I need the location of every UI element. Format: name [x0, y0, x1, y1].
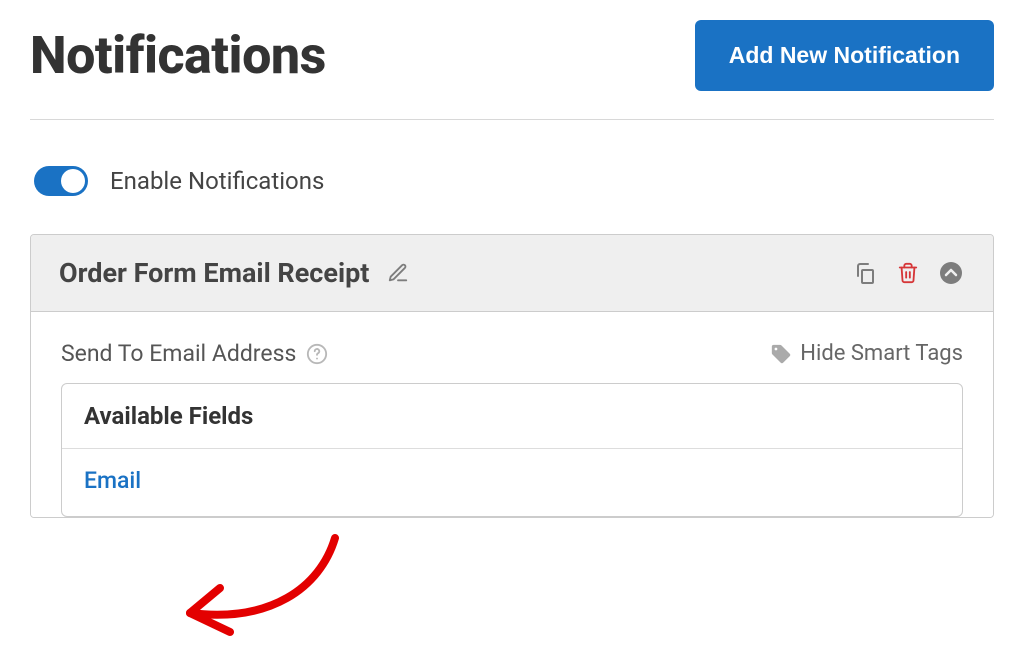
notification-panel-header: Order Form Email Receipt [31, 235, 993, 312]
copy-icon [853, 261, 877, 285]
collapse-button[interactable] [937, 259, 965, 287]
field-item-email[interactable]: Email [62, 449, 962, 516]
notification-panel: Order Form Email Receipt [30, 234, 994, 518]
delete-button[interactable] [895, 260, 921, 286]
annotation-arrow [160, 528, 360, 658]
send-to-label: Send To Email Address [61, 340, 296, 367]
trash-icon [897, 262, 919, 284]
chevron-up-icon [939, 261, 963, 285]
notification-panel-body: Send To Email Address Hide Smart Tags Av… [31, 312, 993, 517]
tag-icon [770, 343, 792, 365]
available-fields-box: Available Fields Email [61, 383, 963, 517]
notification-title: Order Form Email Receipt [59, 257, 369, 289]
duplicate-button[interactable] [851, 259, 879, 287]
pencil-icon [387, 262, 409, 284]
hide-smart-tags-link[interactable]: Hide Smart Tags [770, 341, 963, 366]
add-new-notification-button[interactable]: Add New Notification [695, 20, 994, 91]
hide-smart-tags-label: Hide Smart Tags [800, 341, 963, 366]
available-fields-header: Available Fields [62, 384, 962, 449]
help-icon[interactable] [306, 343, 328, 365]
divider [30, 119, 994, 120]
enable-notifications-label: Enable Notifications [110, 167, 324, 195]
enable-notifications-toggle[interactable] [34, 166, 88, 196]
edit-name-button[interactable] [385, 260, 411, 286]
page-title: Notifications [30, 25, 326, 86]
